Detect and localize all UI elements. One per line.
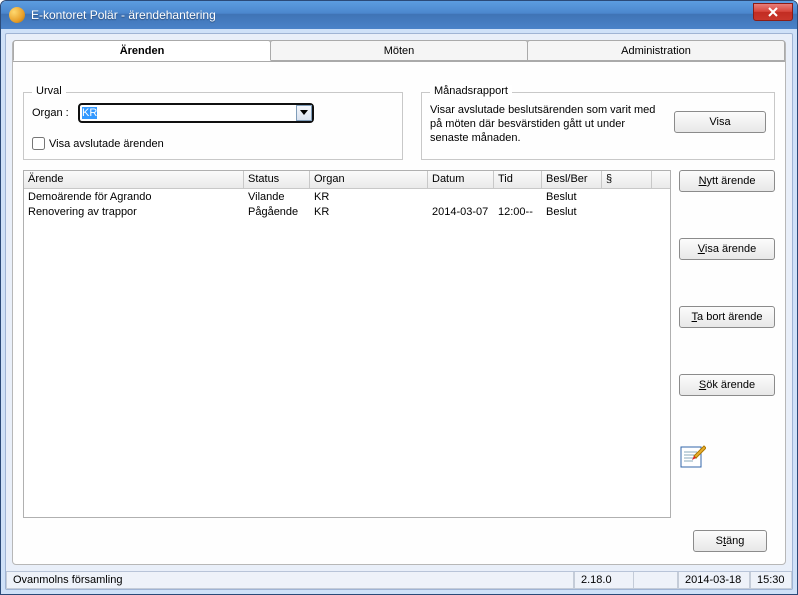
- manadsrapport-legend: Månadsrapport: [430, 85, 512, 97]
- organ-select[interactable]: [78, 103, 314, 123]
- col-status[interactable]: Status: [244, 171, 310, 188]
- visa-avslutade-label: Visa avslutade ärenden: [49, 138, 164, 150]
- tab-administration[interactable]: Administration: [527, 40, 785, 61]
- visa-rapport-button[interactable]: Visa: [674, 111, 766, 133]
- window-frame: E-kontoret Polär - ärendehantering Ärend…: [0, 0, 798, 595]
- tab-arenden[interactable]: Ärenden: [13, 40, 271, 61]
- side-button-panel: Nytt ärende Visa ärende Ta bort ärende S…: [679, 170, 775, 518]
- status-org: Ovanmolns församling: [6, 572, 574, 589]
- chevron-down-icon[interactable]: [296, 105, 312, 121]
- titlebar: E-kontoret Polär - ärendehantering: [1, 1, 797, 29]
- tab-label: Administration: [621, 45, 691, 57]
- urval-legend: Urval: [32, 85, 66, 97]
- status-gap: [634, 572, 678, 589]
- button-label: Visa: [709, 116, 730, 128]
- table-header: Ärende Status Organ Datum Tid Besl/Ber §: [24, 171, 670, 189]
- table-body: Demoärende för Agrando Vilande KR Beslut…: [24, 189, 670, 517]
- cell-status: Vilande: [244, 191, 310, 203]
- col-besl-ber[interactable]: Besl/Ber: [542, 171, 602, 188]
- app-icon: [9, 7, 25, 23]
- arende-table[interactable]: Ärende Status Organ Datum Tid Besl/Ber §…: [23, 170, 671, 518]
- top-filter-row: Urval Organ : Visa: [23, 72, 775, 162]
- nytt-arende-button[interactable]: Nytt ärende: [679, 170, 775, 192]
- close-button[interactable]: [753, 3, 793, 21]
- col-organ[interactable]: Organ: [310, 171, 428, 188]
- ta-bort-arende-button[interactable]: Ta bort ärende: [679, 306, 775, 328]
- client-area: Ärenden Möten Administration Urval Organ…: [5, 33, 793, 590]
- col-paragraph[interactable]: §: [602, 171, 652, 188]
- window-title: E-kontoret Polär - ärendehantering: [31, 8, 753, 22]
- tab-moten[interactable]: Möten: [270, 40, 528, 61]
- manadsrapport-group: Månadsrapport Visar avslutade beslutsäre…: [421, 92, 775, 160]
- visa-arende-button[interactable]: Visa ärende: [679, 238, 775, 260]
- mid-row: Ärende Status Organ Datum Tid Besl/Ber §…: [23, 170, 775, 518]
- bottom-bar: Stäng: [23, 526, 775, 554]
- close-icon: [768, 7, 778, 17]
- organ-row: Organ :: [32, 103, 394, 123]
- col-tid[interactable]: Tid: [494, 171, 542, 188]
- table-row[interactable]: Demoärende för Agrando Vilande KR Beslut: [24, 189, 670, 204]
- visa-avslutade-checkbox[interactable]: [32, 137, 45, 150]
- cell-arende: Renovering av trappor: [24, 206, 244, 218]
- organ-label: Organ :: [32, 107, 72, 119]
- status-bar: Ovanmolns församling 2.18.0 2014-03-18 1…: [6, 571, 792, 589]
- table-row[interactable]: Renovering av trappor Pågående KR 2014-0…: [24, 204, 670, 219]
- status-date: 2014-03-18: [678, 572, 750, 589]
- cell-arende: Demoärende för Agrando: [24, 191, 244, 203]
- status-version: 2.18.0: [574, 572, 634, 589]
- edit-note-icon: [680, 442, 706, 468]
- content-panel: Ärenden Möten Administration Urval Organ…: [12, 40, 786, 565]
- manadsrapport-text: Visar avslutade beslutsärenden som varit…: [430, 103, 664, 151]
- tab-label: Möten: [384, 45, 415, 57]
- cell-tid: 12:00--: [494, 206, 542, 218]
- col-arende[interactable]: Ärende: [24, 171, 244, 188]
- visa-avslutade-row: Visa avslutade ärenden: [32, 137, 394, 150]
- cell-organ: KR: [310, 191, 428, 203]
- status-time: 15:30: [750, 572, 792, 589]
- cell-besl-ber: Beslut: [542, 191, 602, 203]
- tab-strip: Ärenden Möten Administration: [13, 40, 785, 62]
- tab-label: Ärenden: [120, 45, 165, 57]
- sok-arende-button[interactable]: Sök ärende: [679, 374, 775, 396]
- cell-organ: KR: [310, 206, 428, 218]
- col-datum[interactable]: Datum: [428, 171, 494, 188]
- urval-group: Urval Organ : Visa: [23, 92, 403, 160]
- organ-input[interactable]: [78, 103, 314, 123]
- stang-button[interactable]: Stäng: [693, 530, 767, 552]
- tab-body: Urval Organ : Visa: [13, 62, 785, 564]
- cell-datum: 2014-03-07: [428, 206, 494, 218]
- cell-status: Pågående: [244, 206, 310, 218]
- edit-note-button[interactable]: [679, 442, 707, 470]
- cell-besl-ber: Beslut: [542, 206, 602, 218]
